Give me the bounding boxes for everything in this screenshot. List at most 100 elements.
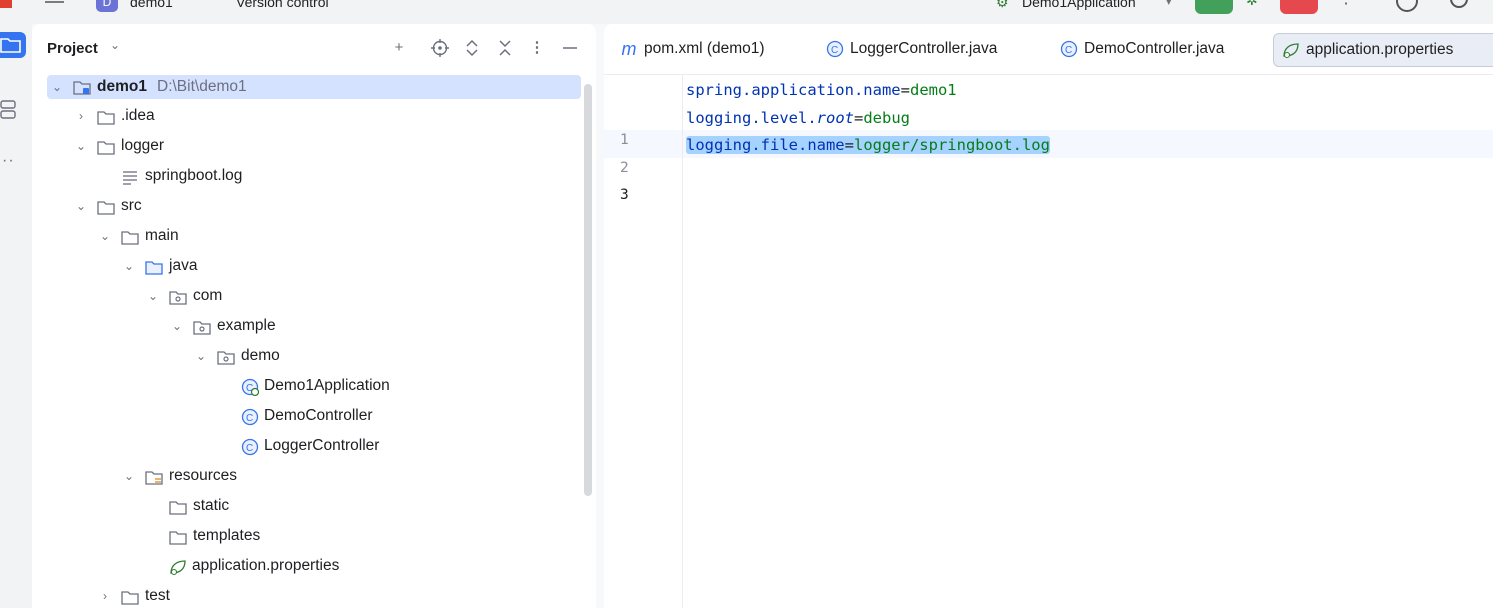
tree-item-com[interactable]: ⌄ com	[47, 281, 581, 311]
tree-item-example[interactable]: ⌄ example	[47, 311, 581, 341]
svg-text:C: C	[246, 413, 253, 424]
expand-all-icon[interactable]	[461, 37, 483, 59]
structure-icon[interactable]	[0, 98, 18, 122]
chevron-down-icon[interactable]: ⌄	[73, 191, 89, 221]
tree-item-springboot-log[interactable]: springboot.log	[47, 161, 581, 191]
package-icon	[217, 347, 235, 365]
chevron-down-icon[interactable]: ⌄	[97, 221, 113, 251]
tab-demo-controller[interactable]: C DemoController.java	[1060, 33, 1224, 65]
tree-item-label: src	[121, 197, 142, 214]
collapse-all-icon[interactable]	[494, 37, 516, 59]
folder-icon	[121, 227, 139, 245]
chevron-right-icon[interactable]: ›	[73, 101, 89, 131]
tree-item-demo[interactable]: ⌄ demo	[47, 341, 581, 371]
project-name[interactable]: demo1	[130, 0, 173, 14]
tree-item-label: demo1	[97, 78, 147, 95]
folder-icon	[97, 107, 115, 125]
property-value: demo1	[909, 81, 957, 99]
code-line-2[interactable]: logging.level.root=debug	[686, 109, 910, 127]
tab-label: pom.xml (demo1)	[644, 40, 765, 58]
chevron-down-icon[interactable]: ⌄	[121, 251, 137, 281]
search-icon[interactable]	[1450, 0, 1468, 8]
tree-item-static[interactable]: static	[47, 491, 581, 521]
locate-file-icon[interactable]	[429, 37, 451, 59]
tree-item-main[interactable]: ⌄ main	[47, 221, 581, 251]
tree-item-label: resources	[169, 467, 238, 484]
tree-item-label: main	[145, 227, 179, 244]
debug-icon[interactable]: ✲	[1246, 0, 1264, 8]
tree-item-resources[interactable]: ⌄ resources	[47, 461, 581, 491]
run-config-selector[interactable]: Demo1Application	[1022, 0, 1136, 14]
more-actions-icon[interactable]: ⋮	[1338, 0, 1354, 8]
tab-label: DemoController.java	[1084, 40, 1225, 58]
hide-panel-icon[interactable]	[559, 37, 581, 59]
tree-item-loggercontroller[interactable]: C LoggerController	[47, 431, 581, 461]
folder-icon	[97, 197, 115, 215]
class-icon: C	[241, 407, 259, 426]
tab-pom-xml[interactable]: m pom.xml (demo1)	[620, 33, 765, 65]
chevron-down-icon[interactable]: ⌄	[193, 341, 209, 371]
tree-item-label: Demo1Application	[264, 377, 390, 394]
tree-item-label: DemoController	[264, 407, 373, 424]
tree-item-label: static	[193, 497, 230, 514]
tab-logger-controller[interactable]: C LoggerController.java	[826, 33, 997, 65]
project-panel-title[interactable]: Project	[47, 40, 98, 57]
project-panel-header: Project ⌄ + ⋮	[32, 24, 596, 74]
tree-item-label: application.properties	[192, 557, 340, 574]
chevron-right-icon[interactable]: ›	[97, 581, 113, 608]
tree-item-label: .idea	[121, 107, 155, 124]
stop-button[interactable]	[1280, 0, 1318, 14]
property-key: logging.level.	[686, 109, 817, 127]
maven-icon: m	[621, 39, 637, 59]
text-selection: logging.file.name=logger/springboot.log	[686, 136, 1050, 154]
tree-item-label: com	[193, 287, 223, 304]
tree-item-java[interactable]: ⌄ java	[47, 251, 581, 281]
equals-sign: =	[900, 81, 910, 99]
class-icon: C	[241, 437, 259, 456]
spring-properties-icon	[169, 557, 187, 576]
code-line-3[interactable]: logging.file.name=logger/springboot.log	[686, 136, 1050, 154]
project-badge[interactable]: D	[96, 0, 118, 12]
tree-item-label: demo	[241, 347, 280, 364]
package-icon	[169, 287, 187, 305]
ai-assistant-icon[interactable]	[1396, 0, 1418, 12]
property-key-root: root	[816, 109, 854, 127]
source-folder-icon	[145, 257, 163, 275]
module-folder-icon	[73, 78, 91, 96]
chevron-down-icon[interactable]: ⌄	[73, 131, 89, 161]
tree-item-democontroller[interactable]: C DemoController	[47, 401, 581, 431]
chevron-down-icon[interactable]: ⌄	[169, 311, 185, 341]
tree-item-logger[interactable]: ⌄ logger	[47, 131, 581, 161]
chevron-down-icon[interactable]: ⌄	[121, 461, 137, 491]
code-line-1[interactable]: spring.application.name=demo1	[686, 81, 957, 99]
new-file-icon[interactable]: +	[388, 37, 410, 59]
svg-text:C: C	[831, 45, 838, 56]
folder-icon	[169, 527, 187, 545]
vcs-widget[interactable]: Version control	[236, 0, 329, 14]
project-tool-button[interactable]	[0, 32, 26, 58]
chevron-down-icon[interactable]: ⌄	[110, 38, 120, 52]
tree-item-templates[interactable]: templates	[47, 521, 581, 551]
spring-properties-icon	[1282, 34, 1300, 66]
tree-item-src[interactable]: ⌄ src	[47, 191, 581, 221]
chevron-down-icon[interactable]: ▾	[1166, 0, 1172, 14]
tree-item-path-hint: D:\Bit\demo1	[157, 78, 247, 95]
tree-item-demo1application[interactable]: C Demo1Application	[47, 371, 581, 401]
main-menu-icon[interactable]	[44, 0, 66, 18]
options-icon[interactable]: ⋮	[526, 37, 548, 59]
tree-item-test[interactable]: › test	[47, 581, 581, 608]
tab-application-properties[interactable]: application.properties	[1273, 33, 1493, 67]
line-number: 2	[620, 160, 629, 176]
tree-item-demo1[interactable]: ⌄ demo1 D:\Bit\demo1	[47, 75, 581, 99]
tree-item-label: LoggerController	[264, 437, 380, 454]
package-icon	[193, 317, 211, 335]
tree-scrollbar[interactable]	[584, 84, 592, 496]
spring-run-config-icon: ⚙	[996, 0, 1009, 10]
chevron-down-icon[interactable]: ⌄	[145, 281, 161, 311]
folder-icon	[169, 497, 187, 515]
run-button[interactable]	[1195, 0, 1233, 14]
tree-item-application-properties[interactable]: application.properties	[47, 551, 581, 581]
tree-item-idea[interactable]: › .idea	[47, 101, 581, 131]
chevron-down-icon[interactable]: ⌄	[49, 75, 65, 99]
more-tools-icon[interactable]: ··	[2, 152, 15, 170]
